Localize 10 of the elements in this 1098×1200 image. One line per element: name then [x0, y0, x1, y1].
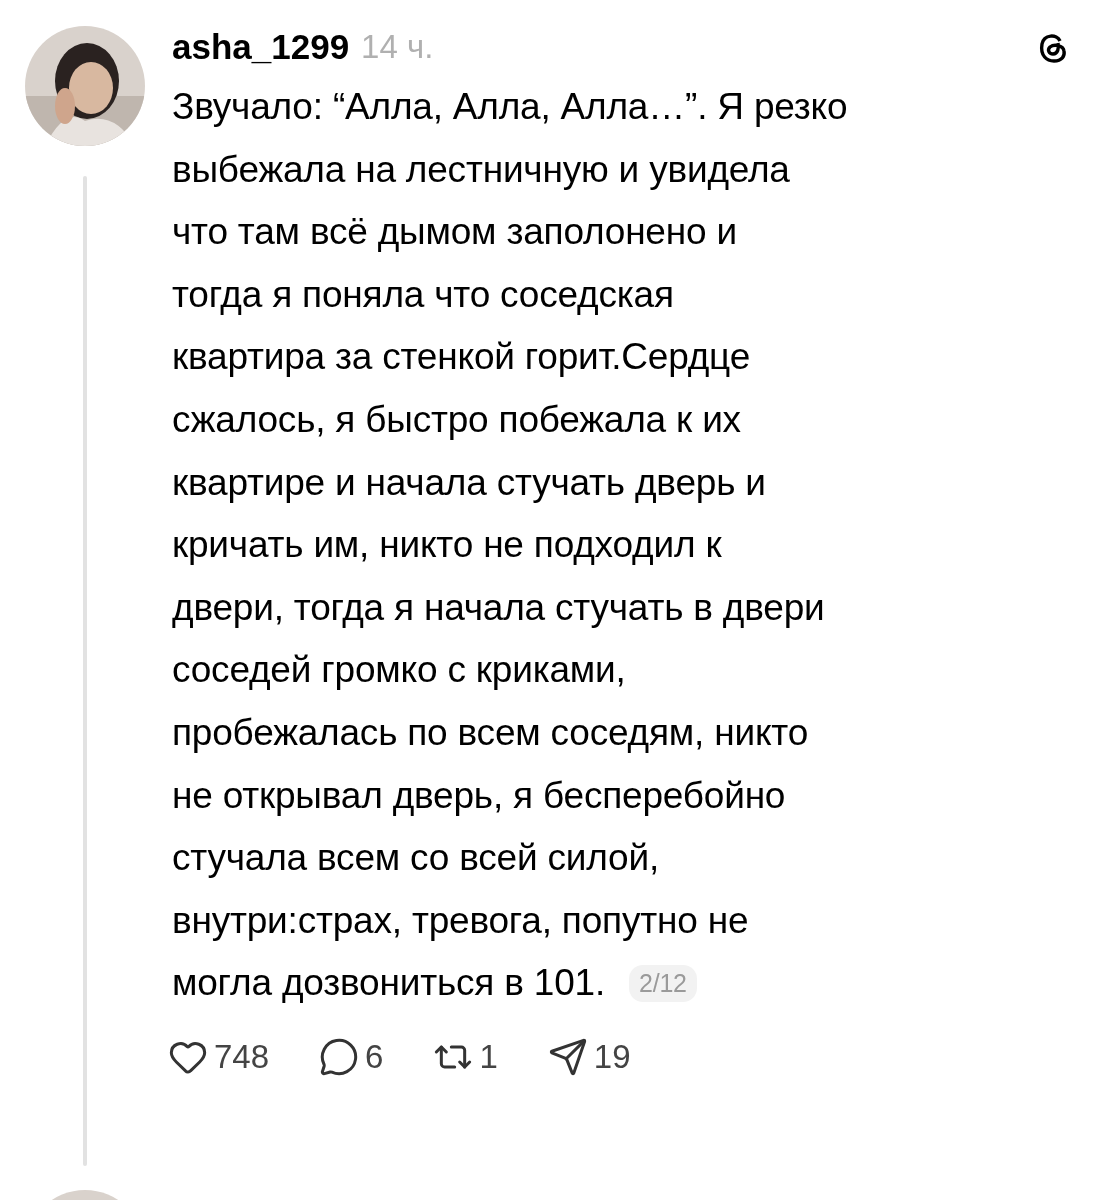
- comment-icon: [319, 1036, 360, 1077]
- share-button[interactable]: 19: [547, 1036, 631, 1077]
- like-button[interactable]: 748: [168, 1036, 270, 1077]
- send-icon: [547, 1036, 588, 1077]
- post-text: Звучало: “Алла, Алла, Алла…”. Я резко выбежала на лестничную и увидела что там всё дымом заполонено и тогда я поняла что соседская квартира за стенкой горит.Сердце сжалось, я быстро побежала к их квартире и начала стучать дверь и кричать им, никто не подходил к двери, тогда я начала стучать в двери соседей громко с криками, пробежалась по всем соседям, никто не открывал дверь, я бесперебойно стучала всем со всей силой, внутри:страх, тревога, попутно не могла дозвониться в 101. 2/12: [172, 85, 849, 1006]
- post-time: 14 ч.: [361, 28, 435, 66]
- reply-button[interactable]: 6: [319, 1036, 384, 1077]
- page-counter: 2/12: [628, 965, 697, 1003]
- repost-button[interactable]: 1: [433, 1036, 498, 1077]
- username[interactable]: asha_1299: [172, 27, 350, 67]
